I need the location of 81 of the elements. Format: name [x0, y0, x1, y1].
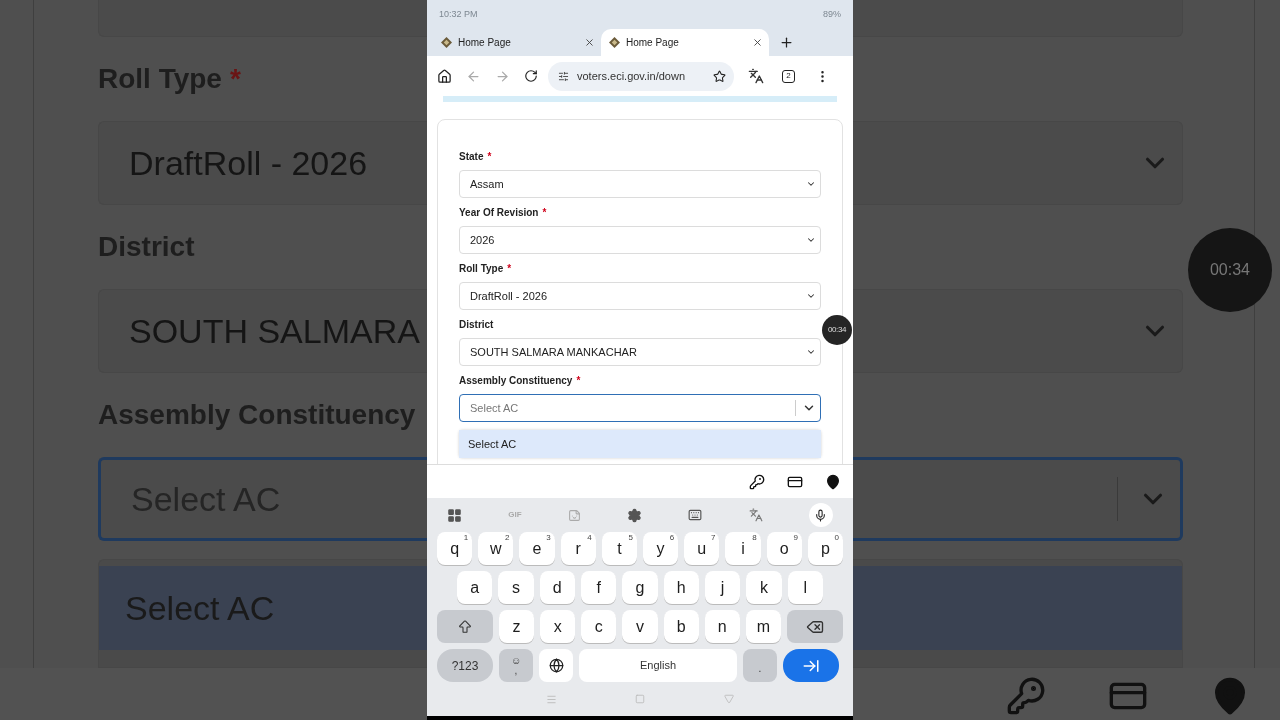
star-icon[interactable] — [713, 69, 726, 83]
translate-icon[interactable] — [748, 68, 764, 84]
field-label: State * — [459, 149, 492, 164]
close-icon[interactable] — [584, 37, 595, 48]
key[interactable]: t 5 — [601, 532, 637, 565]
key[interactable]: z — [499, 610, 535, 643]
shift-key[interactable] — [437, 610, 493, 643]
field-label: Year Of Revision * — [459, 205, 547, 220]
key[interactable]: u 7 — [684, 532, 720, 565]
home-icon[interactable] — [437, 68, 452, 84]
apps-icon[interactable] — [447, 507, 462, 523]
browser-tab[interactable]: Home Page — [601, 29, 769, 56]
globe-icon — [548, 658, 564, 673]
settings-icon[interactable] — [627, 507, 643, 523]
select-field[interactable] — [853, 289, 1183, 374]
key[interactable]: k — [746, 571, 782, 604]
key[interactable]: d — [539, 571, 575, 604]
key[interactable]: f — [581, 571, 617, 604]
timer-badge: 00:34 — [1188, 228, 1272, 312]
key-icon[interactable] — [749, 473, 765, 490]
key[interactable]: m — [745, 610, 781, 643]
key[interactable]: c — [581, 610, 617, 643]
browser-tab[interactable]: Home Page — [433, 29, 601, 56]
globe-key[interactable] — [539, 649, 573, 682]
select-field[interactable]: Assam — [459, 170, 821, 198]
select-field[interactable] — [853, 121, 1183, 206]
key[interactable]: i 8 — [725, 532, 761, 565]
keyboard-icon[interactable] — [688, 508, 703, 522]
site-favicon-icon — [441, 37, 452, 48]
dropdown-option[interactable]: Select AC — [459, 430, 821, 458]
key[interactable]: x — [540, 610, 576, 643]
enter-key[interactable] — [783, 649, 839, 682]
key[interactable]: a — [457, 571, 493, 604]
shift-icon — [457, 618, 473, 635]
field-label: District — [459, 317, 494, 332]
key[interactable]: r 4 — [560, 532, 596, 565]
chevron-down-icon — [806, 235, 816, 245]
address-bar[interactable]: voters.eci.gov.in/down — [548, 61, 734, 91]
key[interactable]: h — [663, 571, 699, 604]
key[interactable]: l — [787, 571, 823, 604]
symbols-key[interactable]: ?123 — [437, 649, 493, 682]
field-label: Assembly Constituency * — [459, 373, 581, 388]
select-field[interactable] — [853, 0, 1183, 38]
select-field[interactable]: Select AC — [459, 394, 821, 422]
key[interactable]: g — [622, 571, 658, 604]
key[interactable]: y 6 — [643, 532, 679, 565]
reload-icon[interactable] — [524, 69, 538, 83]
backspace-key[interactable] — [787, 610, 843, 643]
space-key[interactable]: English — [579, 649, 737, 682]
key[interactable]: o 9 — [766, 532, 802, 565]
field-label: Roll Type * — [459, 261, 512, 276]
microphone-icon — [814, 508, 828, 522]
battery-level: 89% — [823, 8, 841, 22]
new-tab-icon[interactable] — [779, 35, 794, 50]
key-icon — [1006, 676, 1046, 716]
timer-badge: 00:34 — [822, 315, 852, 345]
key[interactable]: w 2 — [478, 532, 514, 565]
key[interactable]: b — [663, 610, 699, 643]
close-icon[interactable] — [752, 37, 763, 48]
chevron-down-icon — [806, 291, 816, 301]
key[interactable]: s — [498, 571, 534, 604]
chevron-down-icon — [806, 179, 816, 189]
key[interactable]: p 0 — [807, 532, 844, 565]
key[interactable]: v — [622, 610, 658, 643]
microphone-button[interactable] — [808, 503, 833, 527]
select-field[interactable]: DraftRoll - 2026 — [459, 282, 821, 310]
select-field[interactable]: SOUTH SALMARA MANKACHAR — [459, 338, 821, 366]
status-time: 10:32 PM — [439, 8, 478, 22]
key[interactable]: n — [704, 610, 740, 643]
select-field[interactable]: 2026 — [459, 226, 821, 254]
emoji-key[interactable]: ☺ , — [499, 649, 533, 682]
site-settings-icon[interactable] — [558, 70, 569, 82]
site-favicon-icon — [609, 37, 620, 48]
key[interactable]: j — [704, 571, 741, 604]
tab-count-button[interactable]: 2 — [782, 69, 795, 83]
select-field[interactable] — [853, 457, 1183, 542]
period-key[interactable]: . — [743, 649, 777, 682]
key[interactable]: q 1 — [437, 532, 473, 565]
chevron-down-icon — [806, 347, 816, 357]
key[interactable]: e 3 — [519, 532, 555, 565]
location-pin-icon[interactable] — [825, 473, 841, 490]
